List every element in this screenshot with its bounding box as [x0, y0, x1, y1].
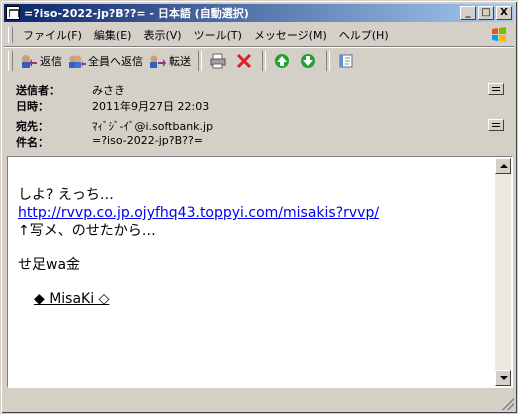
previous-button[interactable]: [270, 50, 296, 72]
body-line-4: せ足wa金: [18, 257, 81, 273]
address-book-button[interactable]: [334, 50, 360, 72]
scroll-down-button[interactable]: [495, 370, 511, 386]
window-title: =?iso-2022-jp?B??= - 日本語 (自動選択): [24, 7, 249, 20]
subject-row: 件名： =?iso-2022-jp?B??=: [16, 134, 203, 150]
forward-icon: [150, 55, 166, 68]
windows-logo-icon: [492, 27, 506, 42]
reply-icon: [22, 55, 37, 68]
status-bar: [4, 390, 514, 410]
message-text: しよ? えっち… http://rvvp.co.jp.ojyfhq43.topp…: [18, 186, 379, 308]
delete-button[interactable]: [232, 50, 258, 72]
menu-help[interactable]: ヘルプ(H): [333, 25, 395, 45]
resize-grip[interactable]: [502, 398, 514, 410]
up-arrow-icon: [275, 54, 289, 68]
reply-button[interactable]: 返信: [17, 50, 65, 72]
body-line-1: しよ? えっち…: [18, 187, 114, 203]
down-arrow-icon: [301, 54, 315, 68]
menu-message[interactable]: メッセージ(M): [248, 25, 333, 45]
from-value: みさき: [92, 84, 125, 97]
toolbar: 返信 全員へ返信 転送: [4, 48, 514, 74]
subject-value: =?iso-2022-jp?B??=: [92, 134, 204, 147]
to-label: 宛先：: [16, 120, 49, 133]
toolbar-separator: [326, 51, 330, 71]
from-expand-button[interactable]: [488, 83, 504, 95]
message-body[interactable]: しよ? えっち… http://rvvp.co.jp.ojyfhq43.topp…: [7, 156, 513, 388]
reply-label: 返信: [40, 55, 62, 68]
close-button[interactable]: X: [496, 6, 512, 20]
scroll-up-button[interactable]: [495, 158, 511, 174]
message-body-content: しよ? えっち… http://rvvp.co.jp.ojyfhq43.topp…: [9, 158, 495, 386]
from-row: 送信者： みさき: [16, 82, 125, 98]
vertical-scrollbar[interactable]: [495, 158, 511, 386]
subject-label: 件名：: [16, 136, 49, 149]
to-value: ﾏｨﾞｼﾞ-ｲﾞ@i.softbank.jp: [92, 120, 214, 133]
next-button[interactable]: [296, 50, 322, 72]
maximize-button[interactable]: □: [478, 6, 494, 20]
address-book-icon: [339, 54, 353, 68]
forward-label: 転送: [169, 55, 191, 68]
body-line-3: ↑写メ、のせたから…: [18, 223, 156, 239]
print-button[interactable]: [206, 50, 232, 72]
to-row: 宛先： ﾏｨﾞｼﾞ-ｲﾞ@i.softbank.jp: [16, 118, 213, 134]
delete-icon: [236, 53, 252, 69]
menu-edit[interactable]: 編集(E): [88, 25, 138, 45]
menu-tools[interactable]: ツール(T): [188, 25, 248, 45]
body-link[interactable]: http://rvvp.co.jp.ojyfhq43.toppyi.com/mi…: [18, 205, 379, 221]
from-label: 送信者：: [16, 84, 60, 97]
reply-all-icon: [69, 55, 86, 68]
date-row: 日時： 2011年9月27日 22:03: [16, 98, 209, 114]
scroll-up-arrow-icon: [500, 164, 508, 168]
title-bar[interactable]: =?iso-2022-jp?B??= - 日本語 (自動選択) _ □ X: [4, 4, 514, 22]
mail-app-icon[interactable]: [6, 6, 20, 20]
message-header: 送信者： みさき 日時： 2011年9月27日 22:03 宛先： ﾏｨﾞｼﾞ-…: [4, 77, 514, 151]
to-expand-button[interactable]: [488, 119, 504, 131]
toolbar-separator: [198, 51, 202, 71]
reply-all-button[interactable]: 全員へ返信: [65, 50, 146, 72]
menu-file[interactable]: ファイル(F): [17, 25, 88, 45]
toolbar-separator: [262, 51, 266, 71]
date-label: 日時：: [16, 100, 49, 113]
menu-bar: ファイル(F) 編集(E) 表示(V) ツール(T) メッセージ(M) ヘルプ(…: [4, 24, 514, 47]
menu-view[interactable]: 表示(V): [137, 25, 187, 45]
reply-all-label: 全員へ返信: [88, 55, 143, 68]
mail-window: =?iso-2022-jp?B??= - 日本語 (自動選択) _ □ X ファ…: [0, 0, 518, 414]
scroll-down-arrow-icon: [500, 376, 508, 380]
date-value: 2011年9月27日 22:03: [92, 100, 210, 113]
body-signature: ◆ MisaKi ◇: [34, 291, 110, 307]
forward-button[interactable]: 転送: [146, 50, 194, 72]
print-icon: [210, 53, 226, 69]
menu-grip[interactable]: [8, 27, 13, 43]
minimize-button[interactable]: _: [460, 6, 476, 20]
toolbar-grip[interactable]: [8, 51, 13, 71]
